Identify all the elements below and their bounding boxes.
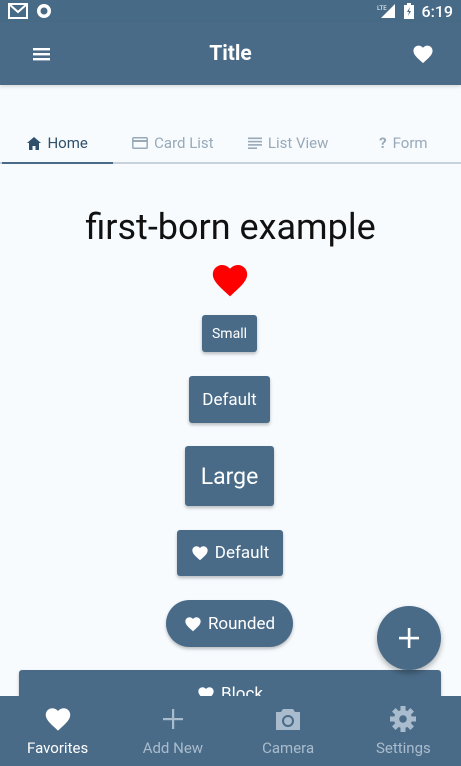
home-icon [27, 136, 42, 150]
button-label: Block [221, 684, 263, 696]
status-right-icons: LTE 6:19 [376, 2, 454, 21]
lte-signal-icon: LTE [376, 3, 396, 19]
nav-label: Settings [375, 739, 431, 757]
favorite-heart-button[interactable] [409, 40, 437, 68]
button-label: Small [211, 325, 247, 342]
gmail-icon [8, 3, 28, 19]
svg-text:LTE: LTE [377, 5, 387, 12]
status-bar: LTE 6:19 [0, 0, 461, 22]
status-left-icons [8, 3, 52, 19]
icon-default-button[interactable]: Default [177, 530, 283, 576]
rounded-button[interactable]: Rounded [166, 600, 293, 647]
tab-list-view[interactable]: List View [231, 124, 346, 162]
nav-label: Favorites [27, 739, 89, 757]
heart-icon [413, 45, 433, 63]
app-bar: Title [0, 22, 461, 85]
battery-icon [403, 3, 414, 19]
button-label: Large [200, 462, 259, 490]
nav-camera[interactable]: Camera [231, 696, 346, 766]
gear-icon [389, 705, 417, 733]
button-label: Default [214, 543, 270, 563]
status-time: 6:19 [421, 1, 454, 21]
button-label: Default [202, 389, 257, 410]
heart-icon [212, 264, 248, 297]
page-heading: first-born example [85, 206, 376, 248]
tab-form[interactable]: ? Form [346, 124, 461, 162]
block-button[interactable]: Block [19, 670, 441, 696]
heart-icon [198, 687, 214, 696]
nav-add-new[interactable]: Add New [115, 696, 230, 766]
large-button[interactable]: Large [185, 446, 274, 506]
tab-bar: Home Card List List View ? Form [0, 124, 461, 164]
tab-label: Home [47, 134, 88, 152]
app-title: Title [209, 41, 252, 66]
plus-icon [161, 705, 185, 733]
default-button[interactable]: Default [189, 376, 270, 423]
tab-home[interactable]: Home [0, 124, 115, 164]
tab-label: List View [267, 134, 329, 152]
question-icon: ? [379, 134, 387, 152]
nav-settings[interactable]: Settings [346, 696, 461, 766]
list-lines-icon [247, 137, 262, 149]
heart-icon [44, 705, 72, 733]
tab-label: Form [392, 134, 428, 152]
camera-icon [274, 705, 302, 733]
tab-card-list[interactable]: Card List [115, 124, 230, 162]
bottom-nav: Favorites Add New Camera Settings [0, 696, 461, 766]
tab-label: Card List [154, 134, 214, 152]
heart-icon [192, 546, 208, 561]
small-button[interactable]: Small [202, 315, 257, 352]
credit-card-icon [132, 137, 149, 149]
nav-favorites[interactable]: Favorites [0, 696, 115, 766]
record-icon [36, 3, 52, 19]
nav-label: Camera [262, 739, 315, 757]
plus-icon [399, 628, 419, 648]
nav-label: Add New [142, 739, 204, 757]
add-fab-button[interactable] [377, 606, 441, 670]
button-label: Rounded [207, 613, 276, 634]
heart-icon [185, 616, 201, 631]
hamburger-icon[interactable] [28, 40, 56, 68]
